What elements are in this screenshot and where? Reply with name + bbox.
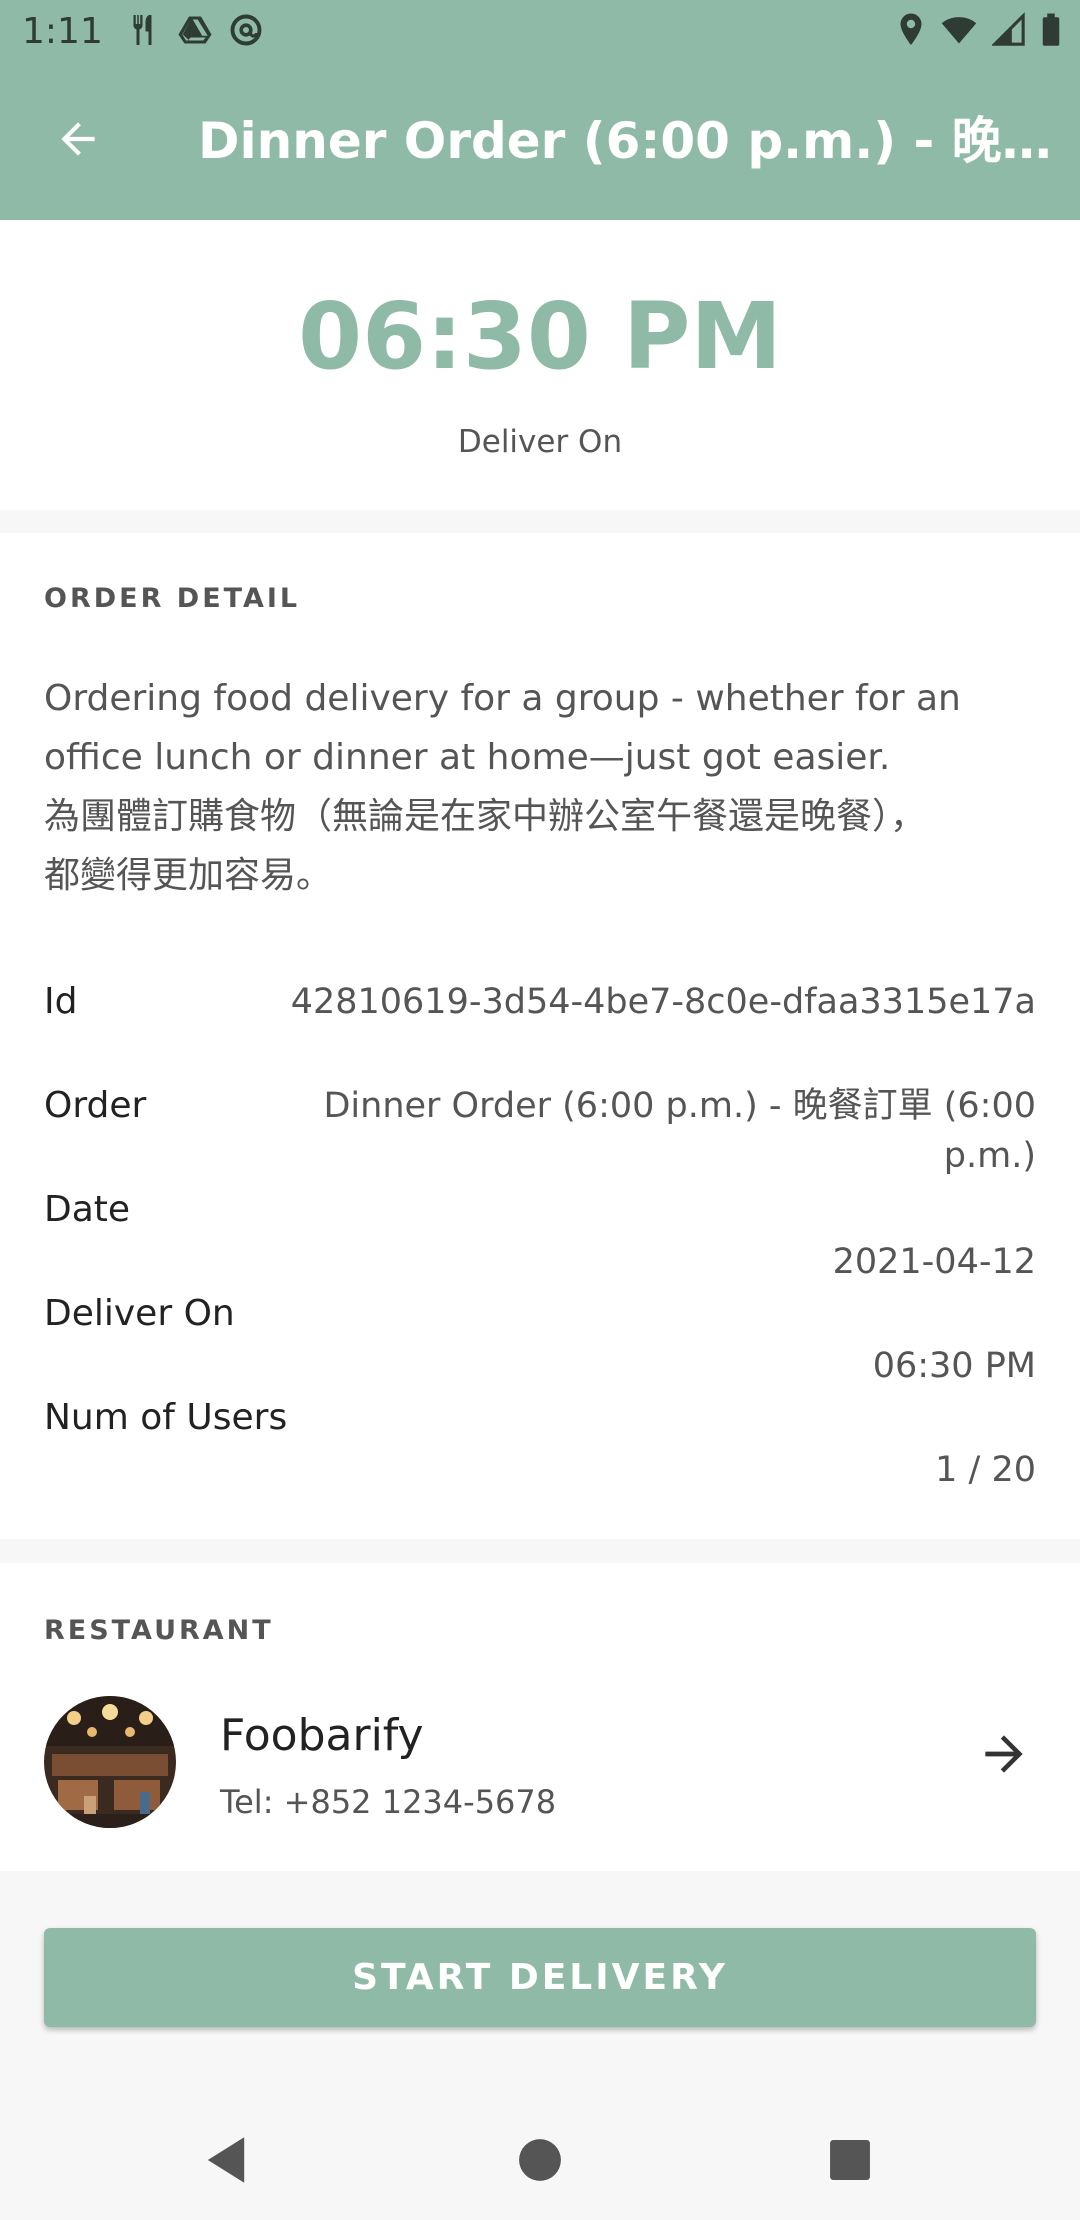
restaurant-tel: Tel: +852 1234-5678	[220, 1783, 557, 1821]
id-label: Id	[44, 981, 78, 1022]
nav-recents-icon[interactable]	[820, 2130, 880, 2190]
order-detail-card: ORDER DETAIL Ordering food delivery for …	[0, 533, 1080, 1539]
deliver-on-value: 06:30 PM	[872, 1346, 1036, 1386]
nav-home-icon[interactable]	[510, 2130, 570, 2190]
description-line: 都變得更加容易。	[44, 855, 333, 896]
description-line: 為團體訂購食物（無論是在家中辦公室午餐還是晚餐），	[44, 796, 927, 837]
arrow-right-icon[interactable]	[976, 1726, 1032, 1782]
page-title: Dinner Order (6:00 p.m.) - 晚餐訂單 (6:00 p.…	[198, 112, 1060, 170]
at-sign-icon	[228, 12, 264, 48]
location-icon	[896, 12, 926, 48]
nav-back-icon[interactable]	[196, 2130, 256, 2190]
hero-delivery-time: 06:30 PM	[298, 283, 782, 390]
id-value: 42810619-3d54-4be7-8c0e-dfaa3315e17a	[290, 982, 1036, 1022]
status-left-icons	[126, 12, 264, 48]
date-label: Date	[44, 1189, 131, 1230]
restaurant-row[interactable]: Foobarify Tel: +852 1234-5678	[0, 1688, 1080, 1838]
start-delivery-button[interactable]: START DELIVERY	[44, 1928, 1036, 2027]
description-line: office lunch or dinner at home—just got …	[44, 737, 891, 778]
restaurant-name: Foobarify	[220, 1710, 424, 1761]
battery-icon	[1040, 12, 1062, 48]
restaurant-avatar	[44, 1696, 176, 1828]
status-time: 1:11	[22, 11, 103, 52]
hero-delivery-label: Deliver On	[457, 424, 623, 460]
restaurant-heading: RESTAURANT	[44, 1615, 274, 1646]
back-button[interactable]	[40, 103, 116, 179]
num-of-users-value: 1 / 20	[935, 1450, 1036, 1490]
num-of-users-label: Num of Users	[44, 1397, 288, 1438]
wifi-icon	[940, 12, 978, 48]
date-value: 2021-04-12	[832, 1242, 1036, 1282]
deliver-on-label: Deliver On	[44, 1293, 235, 1334]
order-description: Ordering food delivery for a group - whe…	[44, 669, 1034, 905]
drive-icon	[176, 12, 214, 48]
restaurant-card: RESTAURANT Foobarify Tel: +852 1234-5678	[0, 1563, 1080, 1871]
app-bar: Dinner Order (6:00 p.m.) - 晚餐訂單 (6:00 p.…	[0, 63, 1080, 220]
arrow-left-icon	[53, 114, 103, 168]
signal-icon	[992, 12, 1026, 48]
status-right-icons	[896, 12, 1062, 48]
description-line: Ordering food delivery for a group - whe…	[44, 678, 961, 719]
status-bar: 1:11	[0, 0, 1080, 63]
fork-knife-icon	[126, 12, 162, 48]
delivery-time-summary: 06:30 PM Deliver On	[0, 220, 1080, 510]
order-value: Dinner Order (6:00 p.m.) - 晚餐訂單 (6:00 p.…	[323, 1086, 1036, 1176]
order-detail-heading: ORDER DETAIL	[44, 583, 301, 614]
order-label: Order	[44, 1085, 147, 1126]
system-nav-bar	[0, 2090, 1080, 2220]
